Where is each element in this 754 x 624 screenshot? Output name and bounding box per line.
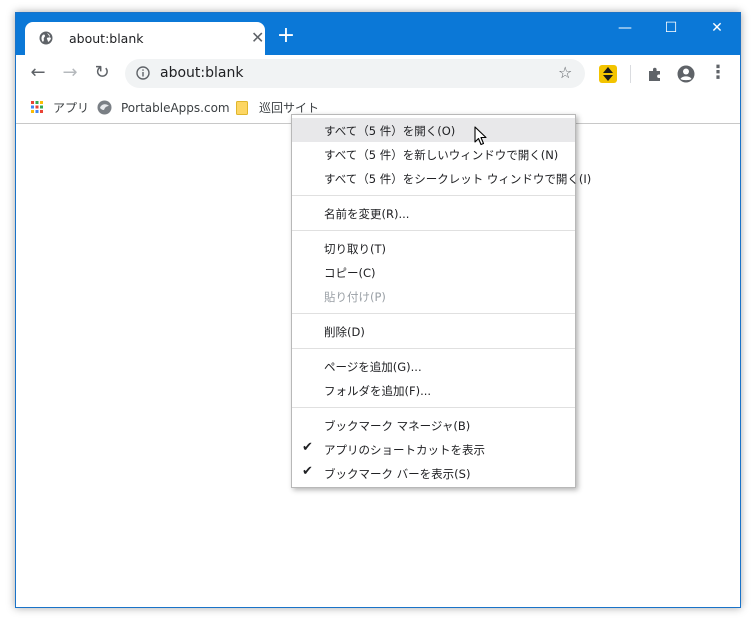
bookmark-portableapps-label: PortableApps.com xyxy=(121,101,230,115)
menu-item-show-bookmarks-bar[interactable]: ✔ ブックマーク バーを表示(S) xyxy=(292,461,575,485)
title-bar: about:blank ✕ + — ☐ ✕ xyxy=(16,13,740,55)
extensions-puzzle-icon[interactable] xyxy=(646,65,664,83)
folder-icon xyxy=(236,101,248,115)
new-tab-button[interactable]: + xyxy=(276,25,296,47)
menu-item-label: 名前を変更(R)... xyxy=(324,207,410,221)
menu-item-label: すべて（5 件）を新しいウィンドウで開く(N) xyxy=(324,148,559,162)
bookmark-star-icon[interactable]: ☆ xyxy=(558,63,572,82)
bookmark-apps[interactable]: アプリ xyxy=(31,97,91,117)
url-text[interactable]: about:blank xyxy=(160,65,243,81)
menu-separator xyxy=(292,195,575,196)
mouse-cursor-icon xyxy=(474,126,487,146)
back-button[interactable]: ← xyxy=(26,61,50,85)
tab-close-icon[interactable]: ✕ xyxy=(251,28,264,48)
apps-grid-icon xyxy=(31,101,43,113)
maximize-button[interactable]: ☐ xyxy=(648,13,694,43)
menu-item-cut[interactable]: 切り取り(T) xyxy=(292,236,575,260)
menu-item-label: 切り取り(T) xyxy=(324,242,386,256)
menu-item-label: ブックマーク バーを表示(S) xyxy=(324,467,471,481)
menu-separator xyxy=(292,313,575,314)
menu-item-label: アプリのショートカットを表示 xyxy=(324,443,485,457)
minimize-button[interactable]: — xyxy=(602,13,648,43)
menu-item-label: コピー(C) xyxy=(324,266,376,280)
portableapps-icon xyxy=(97,100,112,115)
globe-icon xyxy=(39,31,53,45)
info-icon[interactable] xyxy=(136,66,150,80)
menu-item-label: ページを追加(G)... xyxy=(324,360,422,374)
menu-item-rename[interactable]: 名前を変更(R)... xyxy=(292,201,575,225)
menu-item-label: 削除(D) xyxy=(324,325,365,339)
menu-more-button[interactable]: ⋮ xyxy=(706,61,730,85)
tab-about-blank[interactable]: about:blank ✕ xyxy=(25,22,265,55)
checkmark-icon: ✔ xyxy=(302,440,313,455)
bookmark-context-menu: すべて（5 件）を開く(O) すべて（5 件）を新しいウィンドウで開く(N) す… xyxy=(291,114,591,488)
bookmark-apps-label: アプリ xyxy=(53,101,90,115)
menu-item-delete[interactable]: 削除(D) xyxy=(292,319,575,343)
menu-item-label: すべて（5 件）を開く(O) xyxy=(324,124,456,138)
menu-item-copy[interactable]: コピー(C) xyxy=(292,260,575,284)
menu-separator xyxy=(292,230,575,231)
menu-item-open-all[interactable]: すべて（5 件）を開く(O) xyxy=(292,118,575,142)
toolbar: ← → ↻ about:blank ☆ ⋮ xyxy=(16,55,740,91)
menu-item-paste: 貼り付け(P) xyxy=(292,284,575,308)
menu-item-label: すべて（5 件）をシークレット ウィンドウで開く(I) xyxy=(324,172,592,186)
toolbar-separator xyxy=(630,65,631,83)
extension-icon[interactable] xyxy=(599,65,617,83)
menu-item-label: ブックマーク マネージャ(B) xyxy=(324,419,471,433)
menu-separator xyxy=(292,407,575,408)
menu-item-open-all-new-window[interactable]: すべて（5 件）を新しいウィンドウで開く(N) xyxy=(292,142,575,166)
close-window-button[interactable]: ✕ xyxy=(694,13,740,43)
tab-title: about:blank xyxy=(69,31,144,46)
menu-item-label: フォルダを追加(F)... xyxy=(324,384,432,398)
reload-button[interactable]: ↻ xyxy=(90,61,114,85)
bookmark-portableapps[interactable]: PortableApps.com xyxy=(97,97,230,117)
menu-item-bookmark-manager[interactable]: ブックマーク マネージャ(B) xyxy=(292,413,575,437)
menu-item-add-folder[interactable]: フォルダを追加(F)... xyxy=(292,378,575,402)
menu-item-open-all-incognito[interactable]: すべて（5 件）をシークレット ウィンドウで開く(I) xyxy=(292,166,591,190)
forward-button[interactable]: → xyxy=(58,61,82,85)
menu-item-label: 貼り付け(P) xyxy=(324,290,386,304)
profile-avatar-icon[interactable] xyxy=(676,64,696,84)
menu-separator xyxy=(292,348,575,349)
address-bar[interactable]: about:blank ☆ xyxy=(125,59,585,88)
menu-item-show-apps-shortcut[interactable]: ✔ アプリのショートカットを表示 xyxy=(292,437,575,461)
menu-item-add-page[interactable]: ページを追加(G)... xyxy=(292,354,575,378)
browser-window: about:blank ✕ + — ☐ ✕ ← → ↻ about:blank … xyxy=(15,12,741,608)
checkmark-icon: ✔ xyxy=(302,464,313,479)
